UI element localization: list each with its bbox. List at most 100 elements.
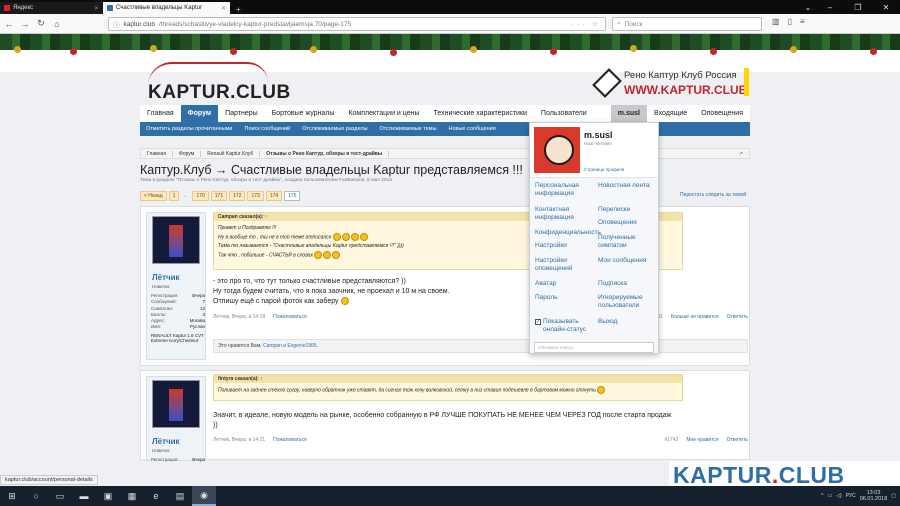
menu-alert-settings[interactable]: Настройки оповещений <box>535 257 597 273</box>
breadcrumb-current[interactable]: Отзывы о Рено Каптур, обзоры и тест-драй… <box>260 150 390 157</box>
start-icon[interactable]: ⊞ <box>0 486 24 506</box>
menu-news-feed[interactable]: Новостная лента <box>598 182 660 190</box>
menu-likes-received[interactable]: Полученные симпатии <box>598 234 660 250</box>
subnav-watched-threads[interactable]: Отслеживаемые темы <box>380 126 437 132</box>
close-icon[interactable]: ✕ <box>221 5 226 12</box>
menu-settings[interactable]: Настройки <box>535 242 597 250</box>
menu-contact-info[interactable]: Контактная информация <box>535 206 597 222</box>
avatar[interactable] <box>152 216 200 264</box>
home-icon[interactable]: ⌂ <box>52 19 62 29</box>
search-input[interactable]: ⌕ Поиск <box>612 17 762 31</box>
pager-page[interactable]: 174 <box>265 191 283 201</box>
nav-item-logbooks[interactable]: Бортовые журналы <box>265 105 342 122</box>
nav-item-forum[interactable]: Форум <box>180 105 219 122</box>
avatar[interactable] <box>534 127 580 173</box>
nav-alerts[interactable]: Оповещения <box>694 105 750 122</box>
language-indicator[interactable]: РУС <box>846 493 856 499</box>
edge-icon[interactable]: e <box>144 486 168 506</box>
menu-privacy[interactable]: Конфиденциальность <box>535 229 601 237</box>
reload-icon[interactable]: ↻ <box>36 18 46 29</box>
pager-page[interactable]: 1 <box>168 191 180 201</box>
nav-item-specs[interactable]: Технические характеристики <box>427 105 534 122</box>
post-date[interactable]: Лётчик, Вчера, в 14:18 <box>213 314 265 320</box>
nav-item-trims[interactable]: Комплектации и цены <box>341 105 426 122</box>
search-icon[interactable]: ○ <box>24 486 48 506</box>
reply-link[interactable]: Ответить <box>727 314 748 320</box>
username[interactable]: Лётчик <box>152 273 180 282</box>
firefox-icon[interactable]: ◉ <box>192 486 216 506</box>
like-link[interactable]: Мне нравится <box>686 437 718 443</box>
notifications-icon[interactable]: ▢ <box>891 493 896 499</box>
pager-prev[interactable]: < Назад <box>140 191 167 201</box>
subnav-search[interactable]: Поиск сообщений <box>245 126 291 132</box>
profile-link[interactable]: Страница профиля <box>584 167 624 172</box>
menu-password[interactable]: Пароль <box>535 294 597 302</box>
pager-page[interactable]: 171 <box>210 191 228 201</box>
url-bar[interactable]: ⓘ kaptur.club/threads/schastlivye-vladel… <box>108 17 606 31</box>
pager-page[interactable]: 170 <box>192 191 209 201</box>
menu-subscription[interactable]: Подписка <box>598 280 660 288</box>
nav-inbox[interactable]: Входящие <box>647 105 694 122</box>
library-icon[interactable]: ▥ <box>772 17 780 26</box>
pager-page[interactable]: 172 <box>229 191 246 201</box>
subnav-watched-forums[interactable]: Отслеживаемые разделы <box>302 126 367 132</box>
clock[interactable]: 13:03 06.01.2018 <box>860 490 888 502</box>
tab-yandex[interactable]: Яндекс ✕ <box>0 2 103 14</box>
tab-kaptur[interactable]: Счастливые владельцы Kaptur ✕ <box>103 2 230 14</box>
calculator-icon[interactable]: ▤ <box>168 486 192 506</box>
video-icon[interactable]: ▦ <box>120 486 144 506</box>
breadcrumb-item[interactable]: Главная <box>141 150 174 157</box>
pager-current[interactable]: 175 <box>284 191 301 201</box>
forward-icon[interactable]: → <box>20 19 30 29</box>
nav-item-partners[interactable]: Партнеры <box>218 105 265 122</box>
subnav-mark-read[interactable]: Отметить разделы прочитанными <box>146 126 233 132</box>
folder-icon[interactable]: ▬ <box>72 486 96 506</box>
dropdown-username[interactable]: m.susl <box>584 130 613 140</box>
network-icon[interactable]: ▭ <box>827 493 832 499</box>
window-close-icon[interactable]: ✕ <box>872 3 900 12</box>
unwatch-thread-link[interactable]: Перестать следить за темой <box>680 192 746 198</box>
minimize-icon[interactable]: – <box>816 3 844 12</box>
post-number[interactable]: #1742 <box>664 437 678 443</box>
unlike-link[interactable]: Больше не нравится <box>671 314 719 320</box>
new-tab-button[interactable]: + <box>230 5 247 14</box>
subnav-new-posts[interactable]: Новые сообщения <box>449 126 496 132</box>
status-input[interactable]: Обновите статус... <box>534 342 654 353</box>
nav-item-users[interactable]: Пользователи <box>534 105 594 122</box>
reply-link[interactable]: Ответить <box>727 437 748 443</box>
pager-jump[interactable]: ← <box>181 193 190 199</box>
username[interactable]: Лётчик <box>152 437 180 446</box>
report-link[interactable]: Пожаловаться <box>273 437 307 443</box>
site-logo[interactable]: KAPTUR.CLUB <box>140 62 290 103</box>
menu-my-posts[interactable]: Мои сообщения <box>598 257 660 265</box>
menu-alerts[interactable]: Оповещения <box>598 219 660 227</box>
close-icon[interactable]: ✕ <box>94 5 99 12</box>
media-icon[interactable]: ▣ <box>96 486 120 506</box>
post-date[interactable]: Лётчик, Вчера, в 14:21 <box>213 437 265 443</box>
checkbox-checked-icon[interactable]: ✓ <box>535 319 541 325</box>
tray-chevron-icon[interactable]: ^ <box>821 493 823 499</box>
nav-item-home[interactable]: Главная <box>140 105 181 122</box>
menu-avatar[interactable]: Аватар <box>535 280 597 288</box>
avatar[interactable] <box>152 380 200 428</box>
menu-conversations[interactable]: Переписки <box>598 206 660 214</box>
pager-page[interactable]: 173 <box>247 191 264 201</box>
menu-personal-info[interactable]: Персональная информация <box>535 182 597 198</box>
quote-author[interactable]: fintyra сказал(а): ↑ <box>214 375 682 383</box>
maximize-icon[interactable]: ❐ <box>844 3 872 12</box>
url-actions-icon[interactable]: ··· ☆ <box>572 20 601 28</box>
likes-users[interactable]: Campan и Evgenio1965 <box>263 343 317 349</box>
nav-user-menu[interactable]: m.susl <box>610 105 647 122</box>
breadcrumb-item[interactable]: Renault Kaptur Клуб <box>201 150 261 157</box>
volume-icon[interactable]: ◁) <box>836 493 842 499</box>
menu-logout[interactable]: Выход <box>598 318 660 326</box>
task-view-icon[interactable]: ▭ <box>48 486 72 506</box>
breadcrumb-item[interactable]: Форум <box>173 150 202 157</box>
jump-icon[interactable]: ↗ <box>733 151 749 157</box>
sidebar-icon[interactable]: ▯ <box>788 17 792 26</box>
back-icon[interactable]: ← <box>4 19 14 29</box>
tab-list-icon[interactable]: ⌄ <box>800 3 816 12</box>
online-status-toggle[interactable]: ✓ Показывать онлайн-статус <box>535 318 599 334</box>
menu-icon[interactable]: ≡ <box>800 17 805 26</box>
menu-ignored-users[interactable]: Игнорируемые пользователи <box>598 294 660 310</box>
